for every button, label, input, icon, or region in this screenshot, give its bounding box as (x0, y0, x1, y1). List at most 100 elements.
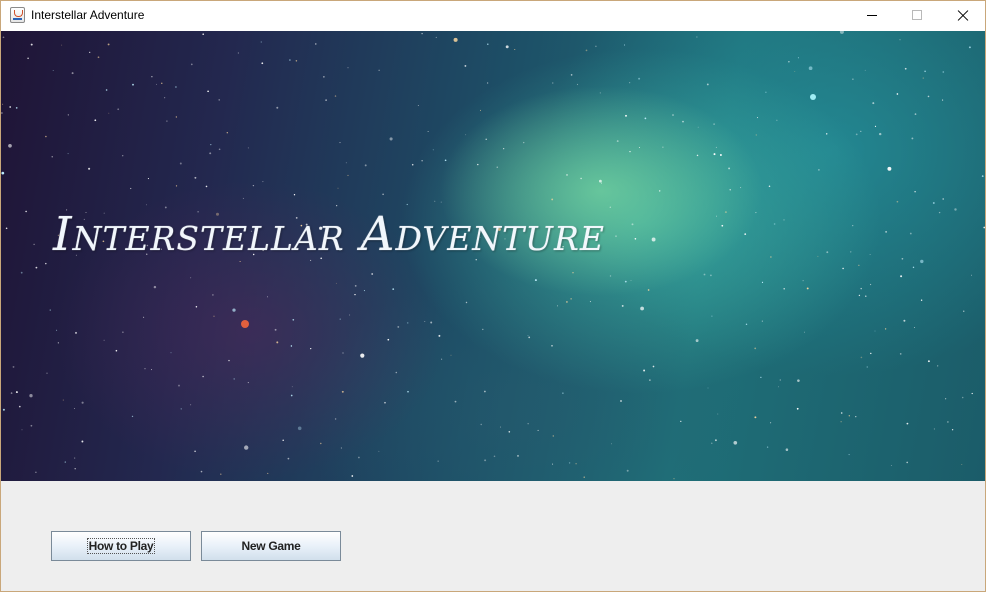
star (437, 460, 439, 462)
star (155, 83, 158, 85)
star (963, 310, 965, 312)
star (662, 146, 664, 148)
star (864, 69, 866, 71)
star (389, 137, 393, 141)
star (209, 152, 212, 155)
star (202, 33, 205, 36)
star (108, 112, 110, 114)
star (585, 49, 588, 52)
star (2, 103, 4, 105)
minimize-button[interactable] (849, 1, 895, 31)
star (21, 429, 23, 431)
star (855, 416, 857, 418)
star (190, 277, 192, 279)
star (551, 198, 554, 201)
star (858, 294, 861, 297)
star (20, 271, 23, 274)
how-to-play-button[interactable]: How to Play (51, 531, 191, 561)
star (872, 102, 875, 105)
star (190, 63, 193, 66)
star (680, 420, 682, 423)
star (67, 114, 69, 116)
star (711, 442, 713, 444)
star (848, 415, 850, 417)
star (347, 67, 349, 69)
new-game-button[interactable]: New Game (201, 531, 341, 561)
title-bar[interactable]: Interstellar Adventure (1, 1, 985, 31)
star (673, 478, 675, 480)
star (565, 300, 568, 303)
minimize-icon (867, 15, 877, 16)
star (552, 463, 554, 465)
star (644, 117, 647, 120)
star (132, 83, 134, 86)
star (643, 369, 646, 372)
star (761, 320, 763, 322)
star (5, 227, 8, 230)
star (274, 328, 277, 331)
star (464, 64, 467, 67)
star (378, 450, 380, 452)
star (696, 36, 698, 38)
star (67, 153, 69, 155)
star (35, 471, 37, 474)
star (777, 386, 779, 388)
star (922, 77, 925, 79)
star (713, 123, 715, 125)
close-button[interactable] (940, 1, 985, 31)
star (624, 280, 627, 283)
star (289, 59, 291, 61)
star (71, 72, 74, 75)
star (52, 70, 54, 71)
star (212, 294, 214, 296)
star (218, 148, 221, 151)
star (630, 280, 632, 281)
star (580, 177, 582, 180)
star (33, 243, 35, 246)
maximize-button[interactable] (894, 1, 940, 31)
star (566, 173, 568, 176)
star (983, 226, 985, 229)
star (779, 379, 781, 381)
star (421, 32, 423, 35)
star (729, 189, 731, 191)
star (194, 450, 196, 453)
bright-star (810, 94, 816, 100)
star (107, 43, 110, 46)
star (213, 315, 215, 317)
star (552, 82, 554, 84)
star (74, 467, 76, 470)
star (486, 82, 489, 84)
star (122, 331, 124, 334)
star (945, 398, 947, 400)
star (493, 455, 496, 458)
star (358, 456, 360, 459)
star (465, 301, 468, 304)
star (866, 366, 868, 368)
star (825, 133, 828, 135)
star (616, 140, 619, 143)
star (232, 308, 236, 312)
red-star (241, 320, 249, 328)
star (218, 99, 220, 101)
star (262, 181, 264, 183)
star (335, 282, 337, 284)
star (97, 56, 100, 59)
star (496, 166, 498, 168)
star (1, 171, 5, 175)
star (421, 160, 423, 162)
star (717, 413, 719, 415)
star (860, 130, 862, 133)
star (583, 476, 585, 478)
star (740, 187, 742, 189)
star (896, 200, 899, 203)
star (45, 262, 47, 265)
star (534, 279, 537, 282)
maximize-icon (912, 10, 922, 20)
star (625, 114, 627, 117)
star (320, 442, 322, 445)
star (8, 143, 12, 148)
window-title: Interstellar Adventure (31, 8, 145, 22)
star (914, 191, 916, 193)
star (912, 266, 915, 269)
